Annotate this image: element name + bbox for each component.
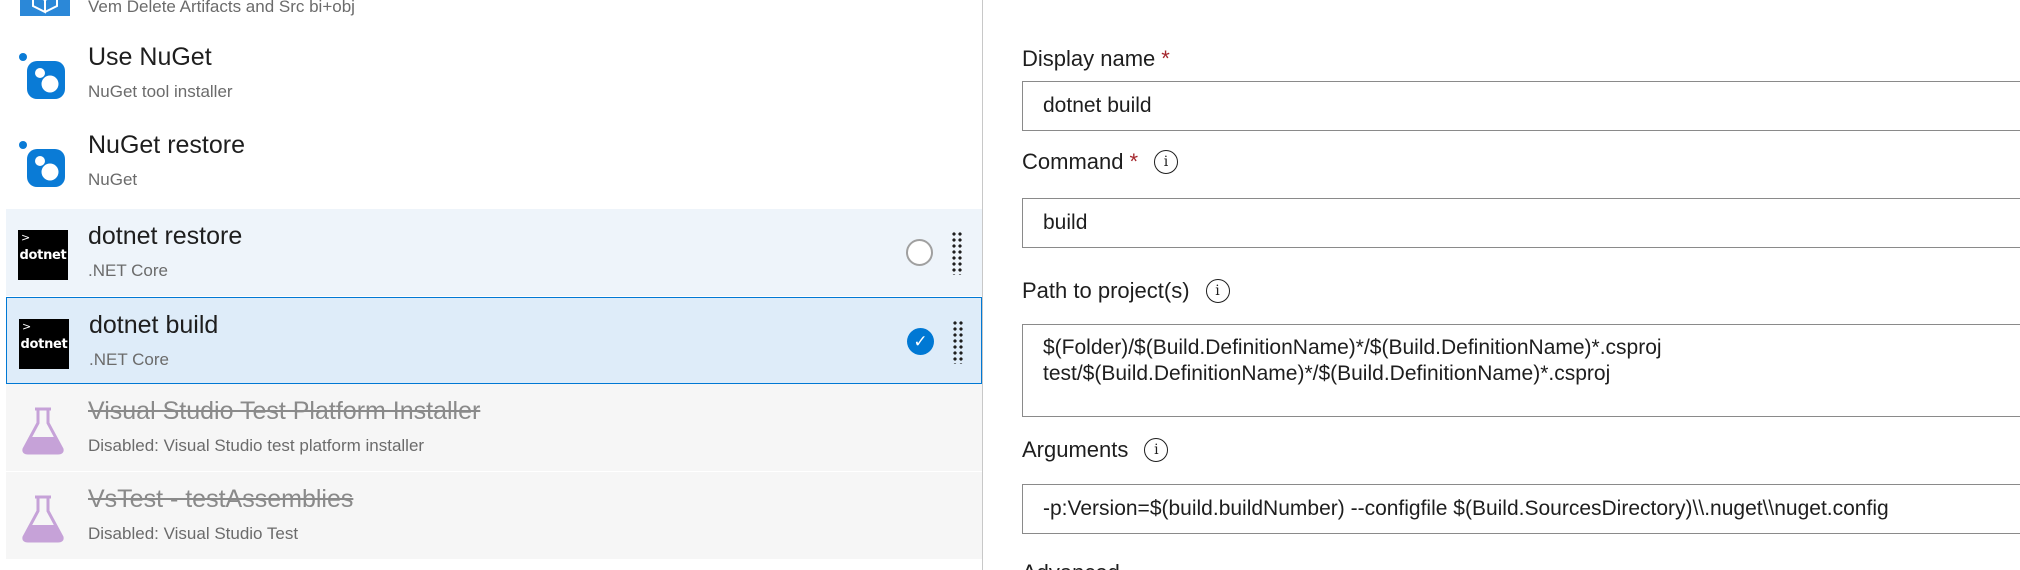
task-item-vstest-platform-installer[interactable]: Visual Studio Test Platform Installer Di…: [6, 384, 982, 471]
task-name: NuGet restore: [88, 131, 246, 159]
drag-handle-icon[interactable]: [951, 231, 963, 275]
advanced-section-header[interactable]: Advanced: [1022, 560, 1120, 570]
nuget-icon: [19, 141, 65, 187]
command-select[interactable]: build: [1022, 198, 2020, 248]
dotnet-icon: > dotnet: [18, 230, 68, 280]
flask-icon: [22, 495, 64, 543]
path-to-projects-label: Path to project(s) i: [1022, 278, 1230, 304]
display-name-label: Display name *: [1022, 46, 1170, 71]
task-subtitle: .NET Core: [89, 350, 169, 369]
flask-icon: [22, 407, 64, 455]
required-mark: *: [1161, 46, 1170, 71]
task-subtitle: Disabled: Visual Studio test platform in…: [88, 436, 425, 455]
command-label: Command * i: [1022, 149, 1179, 175]
task-item-use-nuget[interactable]: Use NuGet NuGet tool installer: [6, 30, 982, 117]
required-mark: *: [1129, 149, 1139, 174]
path-to-projects-textarea[interactable]: $(Folder)/$(Build.DefinitionName)*/$(Bui…: [1022, 324, 2020, 417]
info-icon[interactable]: i: [1154, 150, 1179, 174]
task-subtitle: .NET Core: [88, 261, 168, 280]
info-icon[interactable]: i: [1205, 279, 1230, 303]
vem-cube-icon: [20, 0, 70, 16]
task-subtitle: NuGet tool installer: [88, 82, 233, 101]
task-name: dotnet build: [89, 311, 219, 339]
task-subtitle: Disabled: Visual Studio Test: [88, 524, 299, 543]
task-name: Use NuGet: [88, 43, 212, 71]
nuget-icon: [19, 53, 65, 99]
display-name-input[interactable]: dotnet build: [1022, 81, 2020, 131]
task-item-dotnet-build[interactable]: > dotnet dotnet build .NET Core ✓: [6, 297, 982, 384]
task-item-vstest-testassemblies[interactable]: VsTest - testAssemblies Disabled: Visual…: [6, 472, 982, 559]
drag-handle-icon[interactable]: [952, 320, 964, 364]
checkmark-icon[interactable]: ✓: [907, 328, 934, 355]
task-subtitle: NuGet: [88, 170, 138, 189]
task-item-dotnet-restore[interactable]: > dotnet dotnet restore .NET Core: [6, 209, 982, 296]
task-name: Vem Delete Artifacts and Src bi+obj: [88, 0, 355, 16]
arguments-label: Arguments i: [1022, 437, 1169, 463]
dotnet-icon: > dotnet: [19, 319, 69, 369]
task-name: VsTest - testAssemblies: [88, 485, 354, 513]
info-icon[interactable]: i: [1144, 438, 1169, 462]
task-name: dotnet restore: [88, 222, 243, 250]
task-name: Visual Studio Test Platform Installer: [88, 397, 481, 425]
task-select-radio[interactable]: [906, 239, 933, 266]
task-list: Vem Delete Artifacts and Src bi+obj Use …: [0, 0, 982, 570]
task-item-nuget-restore[interactable]: NuGet restore NuGet: [6, 118, 982, 205]
arguments-input[interactable]: -p:Version=$(build.buildNumber) --config…: [1022, 484, 2020, 534]
task-detail-panel: Display name * dotnet build Command * i bu…: [983, 0, 2020, 570]
